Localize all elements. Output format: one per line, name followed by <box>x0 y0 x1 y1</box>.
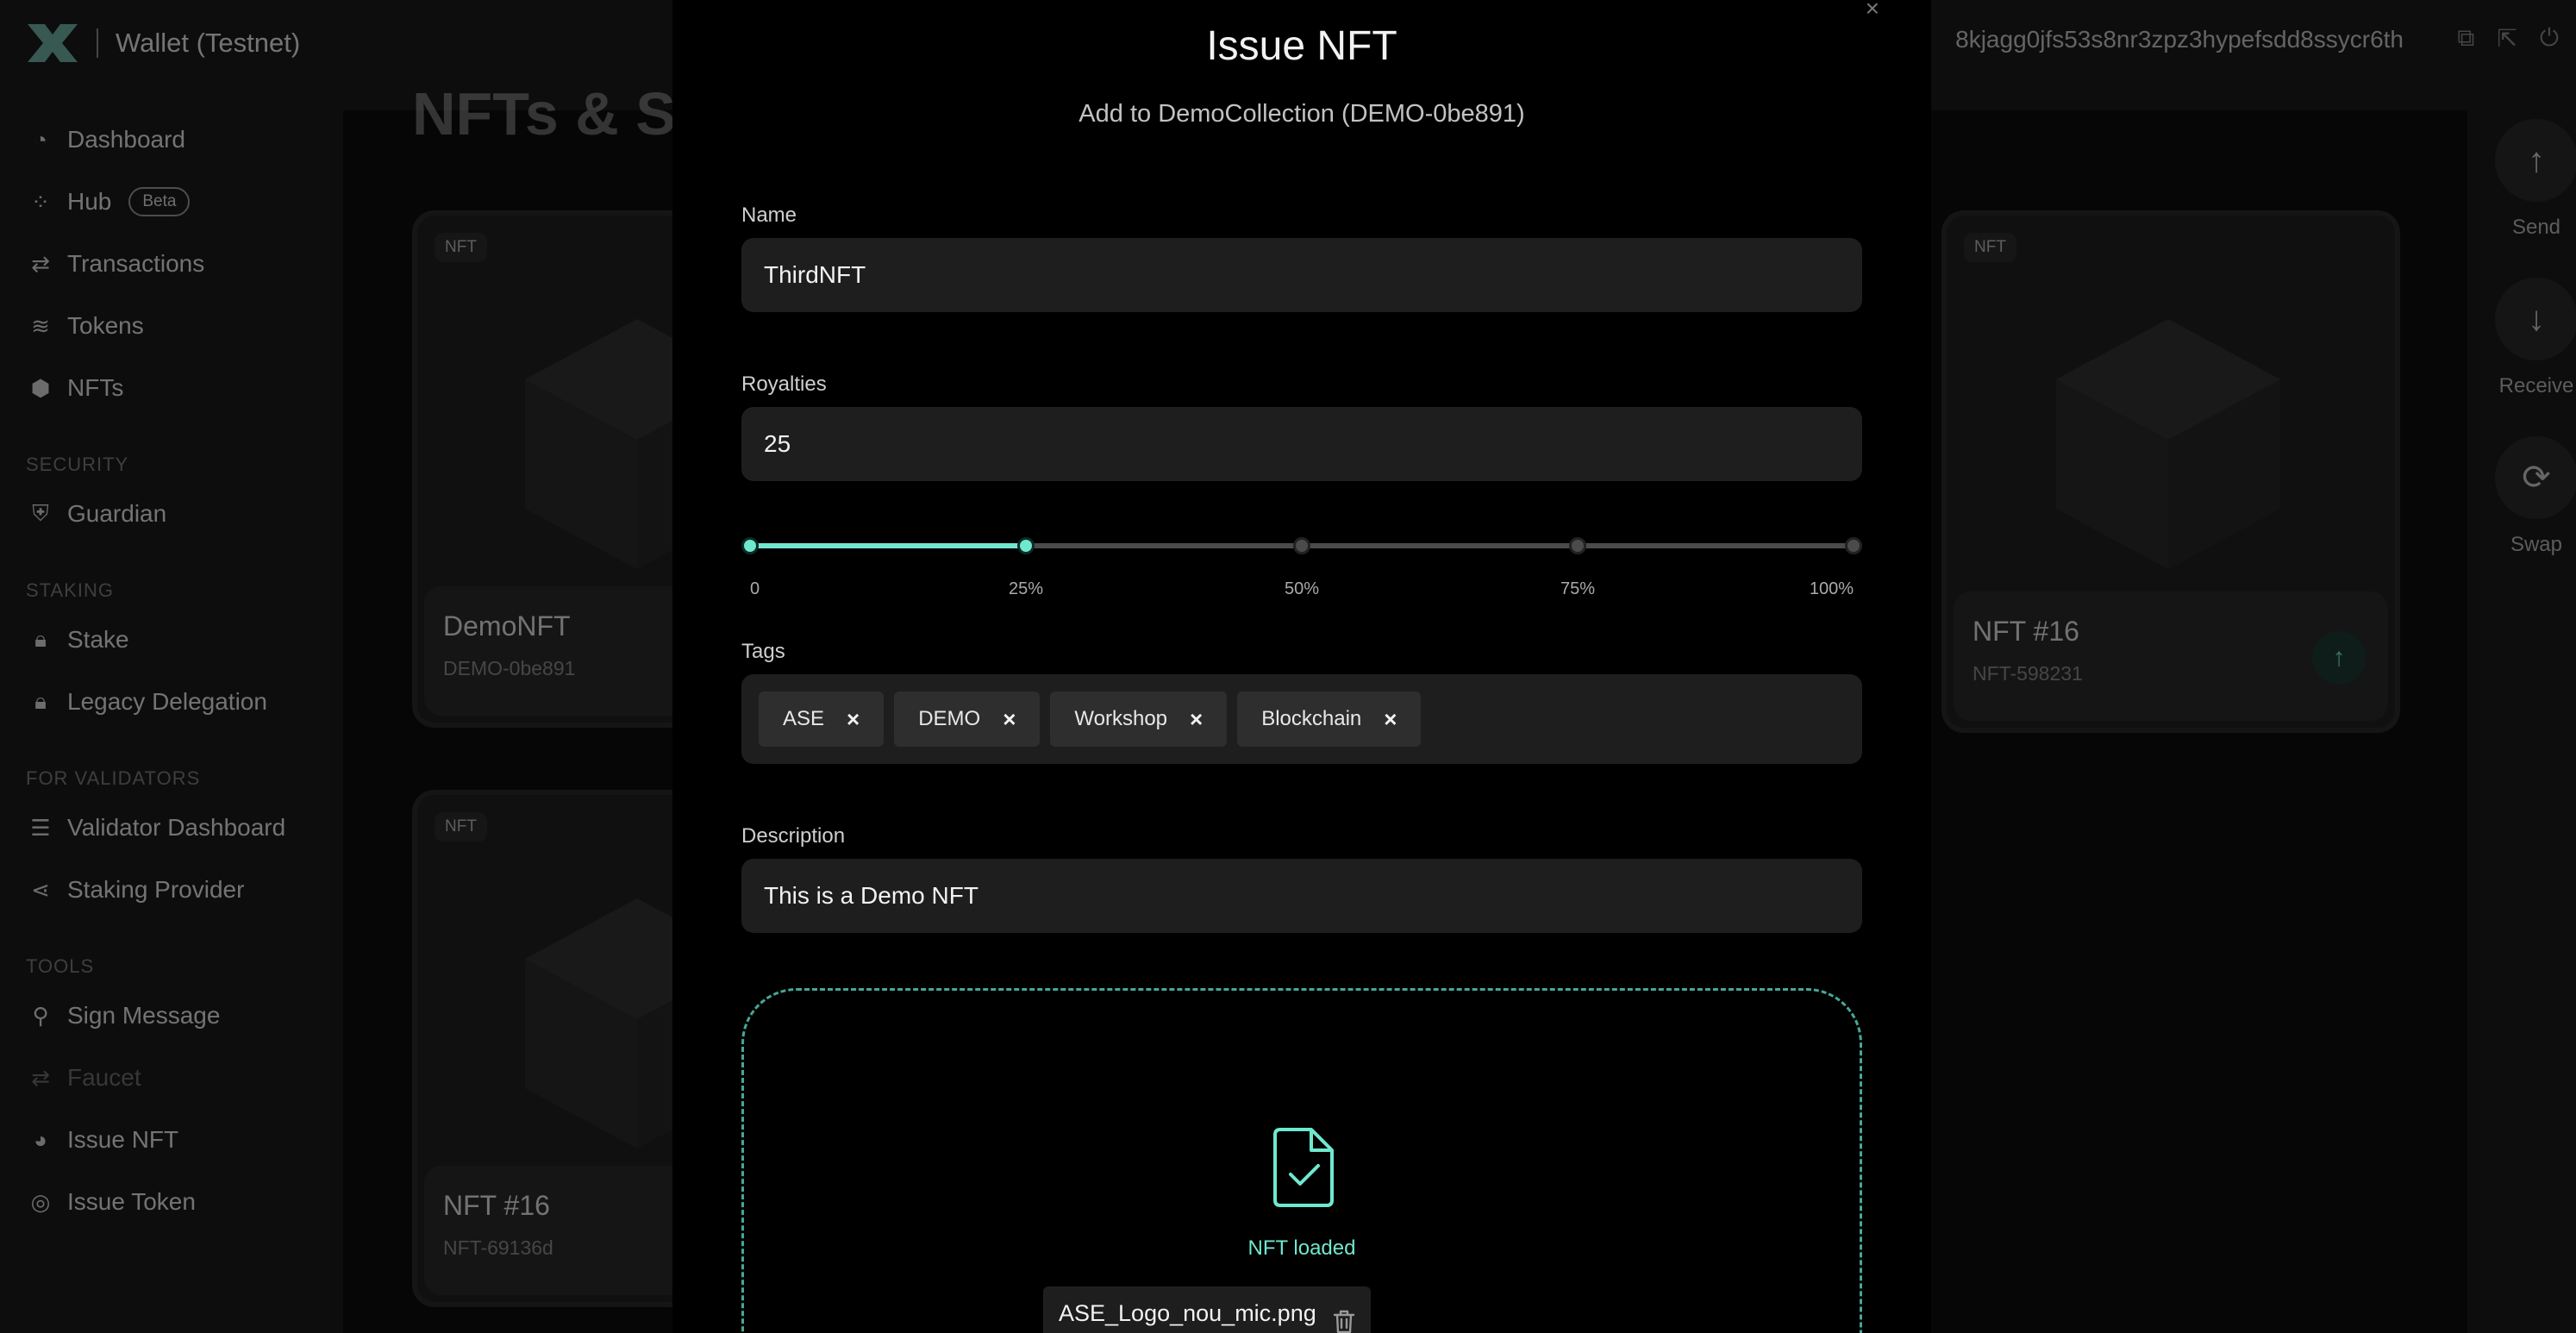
slider-tick: 0 <box>750 579 760 598</box>
tag-label: Workshop <box>1074 707 1168 730</box>
royalties-input[interactable]: 25 <box>741 407 1862 481</box>
slider-tick: 100% <box>1809 579 1854 598</box>
slider-dot[interactable] <box>1845 537 1862 554</box>
remove-tag-icon[interactable]: × <box>1384 706 1397 733</box>
slider-dot[interactable] <box>1017 537 1035 554</box>
file-name: ASE_Logo_nou_mic.png <box>1059 1300 1316 1326</box>
uploaded-file: ASE_Logo_nou_mic.png <box>1043 1286 1371 1333</box>
slider-dot[interactable] <box>741 537 759 554</box>
name-input[interactable]: ThirdNFT <box>741 238 1862 312</box>
description-input[interactable]: This is a Demo NFT <box>741 859 1862 933</box>
remove-tag-icon[interactable]: × <box>1003 706 1016 733</box>
tag-chip: ASE × <box>759 692 885 747</box>
remove-tag-icon[interactable]: × <box>1190 706 1203 733</box>
slider-fill <box>750 543 1026 548</box>
name-label: Name <box>741 203 797 227</box>
tags-label: Tags <box>741 640 785 663</box>
trash-icon[interactable] <box>1331 1309 1357 1333</box>
upload-status: NFT loaded <box>1247 1236 1356 1260</box>
tag-label: ASE <box>783 707 825 730</box>
slider-dot[interactable] <box>1293 537 1310 554</box>
tag-chip: DEMO × <box>894 692 1041 747</box>
slider-tick: 50% <box>1284 579 1320 598</box>
close-icon[interactable]: × <box>1866 0 1879 22</box>
remove-tag-icon[interactable]: × <box>847 706 860 733</box>
slider-tick: 75% <box>1560 579 1596 598</box>
modal-subtitle: Add to DemoCollection (DEMO-0be891) <box>1079 100 1525 128</box>
slider-dot[interactable] <box>1569 537 1586 554</box>
tag-chip: Blockchain × <box>1237 692 1422 747</box>
tag-chip: Workshop × <box>1050 692 1228 747</box>
description-label: Description <box>741 824 846 848</box>
tag-label: Blockchain <box>1261 707 1362 730</box>
tag-label: DEMO <box>918 707 981 730</box>
slider-tick: 25% <box>1008 579 1044 598</box>
file-check-icon <box>1273 1128 1334 1207</box>
tags-input[interactable]: ASE × DEMO × Workshop × Blockchain × <box>741 674 1862 764</box>
modal-title: Issue NFT <box>1206 23 1397 69</box>
royalties-label: Royalties <box>741 372 827 396</box>
issue-nft-modal: × Issue NFT Add to DemoCollection (DEMO-… <box>672 0 1931 1333</box>
royalties-slider[interactable]: 0 25% 50% 75% 100% <box>741 535 1862 598</box>
